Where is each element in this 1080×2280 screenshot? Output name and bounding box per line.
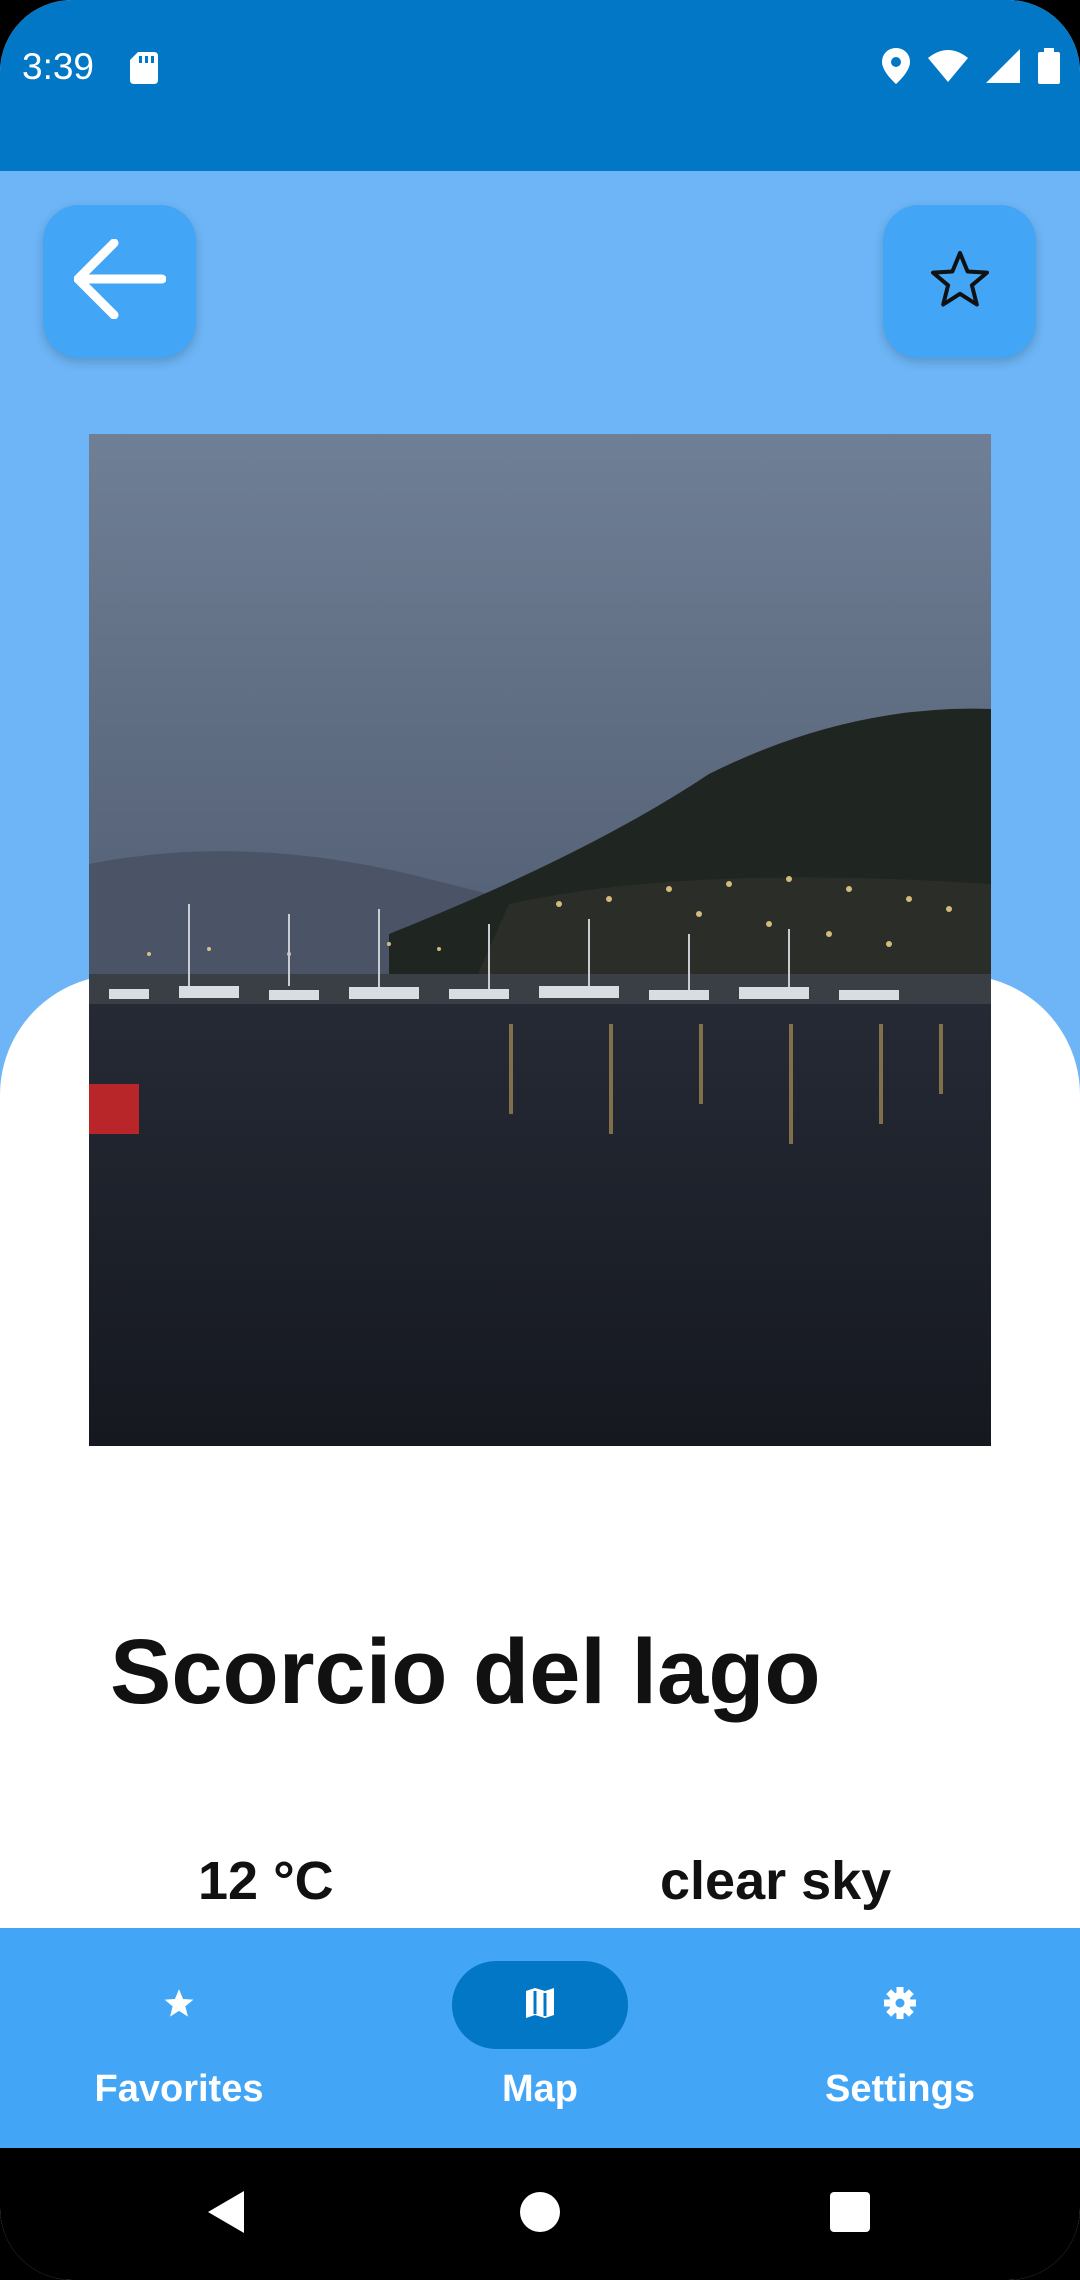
wifi-icon bbox=[928, 50, 968, 87]
nav-indicator-active bbox=[452, 1961, 628, 2049]
nav-indicator bbox=[812, 1961, 988, 2049]
gear-icon bbox=[883, 1986, 917, 2025]
location-icon bbox=[882, 48, 910, 89]
nav-item-settings[interactable]: Settings bbox=[750, 1928, 1050, 2148]
temperature-value: 12 °C bbox=[198, 1851, 334, 1911]
star-outline-icon bbox=[930, 250, 990, 313]
nav-indicator bbox=[91, 1961, 267, 2049]
back-button[interactable] bbox=[43, 205, 196, 358]
system-back-button[interactable] bbox=[165, 2148, 285, 2280]
nav-item-favorites[interactable]: Favorites bbox=[29, 1928, 329, 2148]
map-icon bbox=[524, 1987, 556, 2024]
star-icon bbox=[163, 1987, 195, 2024]
app-screen: 3:39 Scorcio del lago 12 °C clear sky Fa… bbox=[0, 0, 1080, 2280]
system-home-button[interactable] bbox=[480, 2148, 600, 2280]
recents-square-icon bbox=[830, 2191, 870, 2237]
status-icons bbox=[882, 48, 1060, 89]
weather-description: clear sky bbox=[660, 1851, 892, 1911]
nav-label-settings: Settings bbox=[825, 2068, 975, 2110]
status-time: 3:39 bbox=[22, 46, 95, 87]
back-triangle-icon bbox=[204, 2189, 246, 2240]
nav-label-favorites: Favorites bbox=[94, 2068, 264, 2110]
bottom-navigation: Favorites Map Settings bbox=[0, 1928, 1080, 2148]
arrow-left-icon bbox=[73, 238, 166, 324]
status-bar: 3:39 bbox=[0, 0, 1080, 171]
system-navigation-bar bbox=[0, 2148, 1080, 2280]
battery-icon bbox=[1038, 48, 1060, 89]
nav-label-map: Map bbox=[502, 2068, 578, 2110]
home-circle-icon bbox=[519, 2191, 561, 2238]
place-title: Scorcio del lago bbox=[110, 1621, 821, 1723]
place-photo bbox=[89, 434, 991, 1446]
favorite-button[interactable] bbox=[883, 205, 1036, 358]
system-recents-button[interactable] bbox=[790, 2148, 910, 2280]
nav-item-map[interactable]: Map bbox=[390, 1928, 690, 2148]
signal-icon bbox=[986, 49, 1020, 88]
sd-card-icon bbox=[130, 52, 158, 89]
